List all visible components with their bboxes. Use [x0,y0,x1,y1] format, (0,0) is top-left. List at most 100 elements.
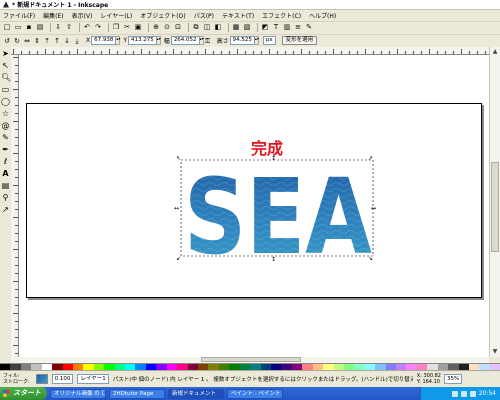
x-spinner[interactable]: ▴▾ [116,36,120,45]
ruler-tick [29,51,30,54]
ellipse-icon[interactable]: ◯ [1,97,10,106]
raise-icon[interactable]: ↑ [53,37,61,45]
redo-icon[interactable]: ↷ [94,24,102,32]
lower-icon[interactable]: ↓ [63,37,71,45]
vertical-scrollbar[interactable]: ▲ ▼ [489,47,500,357]
zoom-selection-icon[interactable]: ⊕ [152,24,160,32]
rotate-cw-icon[interactable]: ↻ [13,37,21,45]
ungroup-icon[interactable]: ▧ [243,24,251,32]
raise-top-icon[interactable]: ⤒ [43,37,51,45]
group-icon[interactable]: ▦ [232,24,240,32]
pen-icon[interactable]: ✒ [1,145,10,154]
align-icon[interactable]: ≡ [294,24,302,32]
scroll-up-icon[interactable]: ▲ [490,47,500,57]
duplicate-icon[interactable]: ⧉ [192,24,200,32]
calligraphy-icon[interactable]: ℓ [1,157,10,166]
new-document-icon[interactable]: □ [3,24,11,32]
xml-editor-icon[interactable]: ▥ [283,24,291,32]
start-button[interactable]: スタート [0,387,47,400]
x-field[interactable]: 67.938 [91,36,117,45]
ime-icon[interactable] [469,390,476,397]
taskbar-item[interactable]: オリジナル画像 の 口 [50,388,106,399]
ruler-tick [15,201,18,202]
gradient-icon[interactable]: ▤ [1,181,10,190]
scale-handle-bottom[interactable]: ↕ [271,257,276,263]
menu-help[interactable]: ヘルプ(H) [309,11,336,20]
unlink-clone-icon[interactable]: ◧ [214,24,222,32]
scale-handle-top-right[interactable]: ↗ [368,156,373,162]
scale-handle-left[interactable]: ↔ [174,206,179,212]
apply-transform-button[interactable]: 変形を適用 [281,36,318,45]
taskbar-item[interactable]: 2HDtutor Page [109,388,165,399]
spiral-icon[interactable]: @ [1,121,10,130]
zoom-field[interactable]: 35% [443,374,463,384]
taskbar-item[interactable]: ペイント - ペイント [227,388,283,399]
vertical-scroll-thumb[interactable] [491,162,499,252]
menu-text[interactable]: テキスト(T) [222,11,254,20]
taskbar-item-active[interactable]: 新規ドキュメント [168,388,224,399]
menu-object[interactable]: オブジェクト(O) [140,11,185,20]
print-icon[interactable]: ▤ [36,24,44,32]
canvas[interactable]: 完成 SEA SEA ↖ ↕ ↗ ↔ ↔ ↙ ↕ ↘ [19,55,489,357]
y-field[interactable]: 413.275 [128,36,157,45]
scale-handle-bottom-left[interactable]: ↙ [176,256,181,262]
save-icon[interactable]: ▪ [25,24,33,32]
flip-vertical-icon[interactable]: ⇕ [33,37,41,45]
menu-layer[interactable]: レイヤー(L) [100,11,132,20]
flip-horizontal-icon[interactable]: ⇔ [23,37,31,45]
star-icon[interactable]: ☆ [1,109,10,118]
lock-ratio-icon[interactable]: ⚿ [204,37,212,45]
text-icon[interactable]: A [1,169,10,178]
zoom-drawing-icon[interactable]: ⊙ [163,24,171,32]
rotate-ccw-icon[interactable]: ↺ [3,37,11,45]
menu-path[interactable]: パス(P) [194,11,214,20]
layer-select[interactable]: レイヤー1 [77,374,109,384]
fill-stroke-icon[interactable]: ◩ [261,24,269,32]
width-field[interactable]: 264.052 [170,36,200,45]
windows-logo-icon [3,390,10,397]
scale-handle-right[interactable]: ↔ [371,206,376,212]
preferences-icon[interactable]: ✎ [305,24,313,32]
network-icon[interactable] [460,390,467,397]
horizontal-scroll-thumb[interactable] [201,357,301,362]
zoom-icon[interactable]: 🔍︎ [1,73,11,82]
y-spinner[interactable]: ▴▾ [156,36,161,45]
scale-handle-bottom-right[interactable]: ↘ [368,256,373,262]
paste-icon[interactable]: ▣ [134,24,142,32]
unit-select[interactable]: px [262,36,276,45]
zoom-page-icon[interactable]: ⊡ [174,24,182,32]
copy-icon[interactable]: ❐ [112,24,120,32]
volume-icon[interactable] [451,390,458,397]
open-icon[interactable]: ▭ [14,24,22,32]
dropper-icon[interactable]: ⚲ [1,193,10,202]
pencil-icon[interactable]: ✎ [1,133,10,142]
clone-icon[interactable]: ◫ [203,24,211,32]
menu-edit[interactable]: 編集(E) [43,11,63,20]
width-label: 幅 [163,38,170,45]
scroll-down-icon[interactable]: ▼ [490,347,500,357]
node-icon[interactable]: ↖ [1,61,10,70]
height-spinner[interactable]: ▴▾ [254,36,259,45]
connector-icon[interactable]: ↗ [1,205,10,214]
export-icon[interactable]: ⇧ [65,24,73,32]
menu-view[interactable]: 表示(V) [72,11,93,20]
scale-handle-top-left[interactable]: ↖ [176,156,181,162]
text-font-icon[interactable]: T [272,24,280,32]
ruler-tick [221,51,222,54]
cut-icon[interactable]: ✂ [123,24,131,32]
undo-icon[interactable]: ↶ [83,24,91,32]
scale-handle-top[interactable]: ↕ [271,156,276,162]
ruler-tick [125,51,126,54]
sea-artwork[interactable]: SEA SEA [179,157,379,263]
opacity-field[interactable]: 0.100 [51,374,74,384]
menu-file[interactable]: ファイル(F) [3,11,35,20]
menu-effects[interactable]: エフェクト(C) [262,11,301,20]
ruler-tick [13,49,14,54]
rect-icon[interactable]: ▭ [1,85,10,94]
color-palette[interactable] [0,363,500,371]
lower-bottom-icon[interactable]: ⤓ [73,37,81,45]
height-field[interactable]: 94.525 [229,36,255,45]
import-icon[interactable]: ⇩ [54,24,62,32]
fill-indicator[interactable] [35,374,48,384]
selector-icon[interactable]: ➤ [1,49,10,58]
